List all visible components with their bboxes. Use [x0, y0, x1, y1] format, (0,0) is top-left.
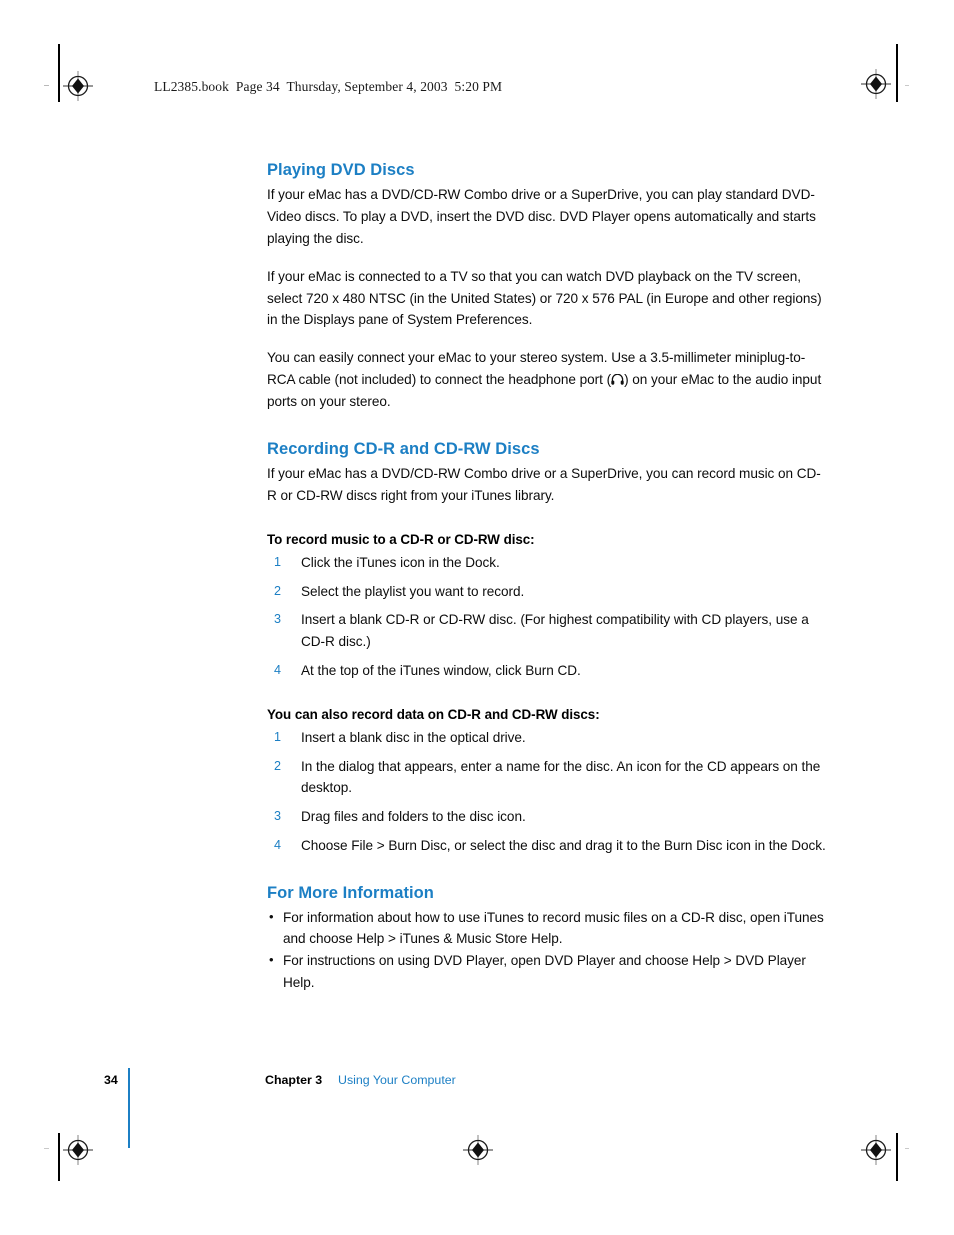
step-text: Insert a blank CD-R or CD-RW disc. (For … — [301, 612, 809, 650]
page-number: 34 — [104, 1073, 118, 1087]
page-content: Playing DVD Discs If your eMac has a DVD… — [267, 160, 827, 993]
step-number: 4 — [274, 662, 281, 677]
crop-rule-top-right — [896, 44, 898, 102]
step-text: Choose File > Burn Disc, or select the d… — [301, 837, 826, 853]
step-number: 4 — [274, 837, 281, 852]
step-number: 3 — [274, 809, 281, 824]
bullet-icon: • — [269, 908, 274, 924]
registration-mark-top-right — [861, 69, 891, 99]
registration-mark-bottom-center — [463, 1135, 493, 1165]
step-text: Insert a blank disc in the optical drive… — [301, 729, 526, 745]
list-item: • For instructions on using DVD Player, … — [267, 950, 827, 993]
running-header: LL2385.book Page 34 Thursday, September … — [154, 79, 503, 94]
step-number: 2 — [274, 758, 281, 773]
headphone-icon — [611, 374, 624, 385]
registration-mark-bottom-right — [861, 1135, 891, 1165]
chapter-title: Using Your Computer — [338, 1073, 456, 1087]
page-footer: 34 Chapter 3 Using Your Computer — [0, 1068, 954, 1148]
list-item: 2 In the dialog that appears, enter a na… — [274, 756, 827, 800]
crop-tick-top-left-edge — [44, 85, 49, 86]
footer-divider-rule — [128, 1068, 130, 1148]
list-item: 4 Choose File > Burn Disc, or select the… — [274, 835, 827, 857]
paragraph-recording-intro: If your eMac has a DVD/CD-RW Combo drive… — [267, 466, 821, 503]
registration-mark-bottom-left — [63, 1135, 93, 1165]
step-text: At the top of the iTunes window, click B… — [301, 662, 581, 678]
crop-rule-top-left — [58, 44, 60, 102]
list-item: 4 At the top of the iTunes window, click… — [274, 660, 827, 682]
document-page: LL2385.book Page 34 Thursday, September … — [0, 0, 954, 1235]
list-item: 1 Insert a blank disc in the optical dri… — [274, 727, 827, 749]
step-text: Select the playlist you want to record. — [301, 583, 525, 599]
crop-rule-bottom-left — [58, 1133, 60, 1181]
step-text: Drag files and folders to the disc icon. — [301, 809, 526, 825]
steps-record-data: 1 Insert a blank disc in the optical dri… — [274, 727, 827, 857]
crop-tick-top-right-edge — [905, 85, 909, 86]
bullet-icon: • — [269, 952, 274, 968]
step-number: 1 — [274, 554, 281, 569]
registration-mark-top-left — [63, 71, 93, 101]
list-item: 3 Drag files and folders to the disc ico… — [274, 806, 827, 828]
step-number: 1 — [274, 729, 281, 744]
crop-tick-bottom-left-edge — [44, 1148, 49, 1149]
bullet-text: For instructions on using DVD Player, op… — [283, 953, 806, 990]
section-heading-recording-cd: Recording CD-R and CD-RW Discs — [267, 439, 540, 458]
step-text: Click the iTunes icon in the Dock. — [301, 554, 500, 570]
paragraph-tv-connection: If your eMac is connected to a TV so tha… — [267, 268, 822, 328]
list-item: 3 Insert a blank CD-R or CD-RW disc. (Fo… — [274, 609, 827, 653]
bullet-text: For information about how to use iTunes … — [283, 909, 824, 946]
subhead-record-music: To record music to a CD-R or CD-RW disc: — [267, 531, 535, 547]
section-heading-for-more-information: For More Information — [267, 883, 434, 902]
paragraph-dvd-playback: If your eMac has a DVD/CD-RW Combo drive… — [267, 187, 816, 246]
list-item: • For information about how to use iTune… — [267, 907, 827, 950]
steps-record-music: 1 Click the iTunes icon in the Dock. 2 S… — [274, 552, 827, 682]
paragraph-stereo-connection: You can easily connect your eMac to your… — [267, 347, 827, 413]
chapter-label: Chapter 3 — [265, 1073, 323, 1087]
more-information-list: • For information about how to use iTune… — [267, 907, 827, 993]
list-item: 2 Select the playlist you want to record… — [274, 581, 827, 603]
subhead-record-data: You can also record data on CD-R and CD-… — [267, 706, 600, 722]
crop-tick-bottom-right-edge — [905, 1148, 909, 1149]
step-number: 3 — [274, 612, 281, 627]
crop-rule-bottom-right — [896, 1133, 898, 1181]
step-number: 2 — [274, 583, 281, 598]
step-text: In the dialog that appears, enter a name… — [301, 758, 821, 796]
list-item: 1 Click the iTunes icon in the Dock. — [274, 552, 827, 574]
section-heading-playing-dvd-discs: Playing DVD Discs — [267, 161, 415, 179]
